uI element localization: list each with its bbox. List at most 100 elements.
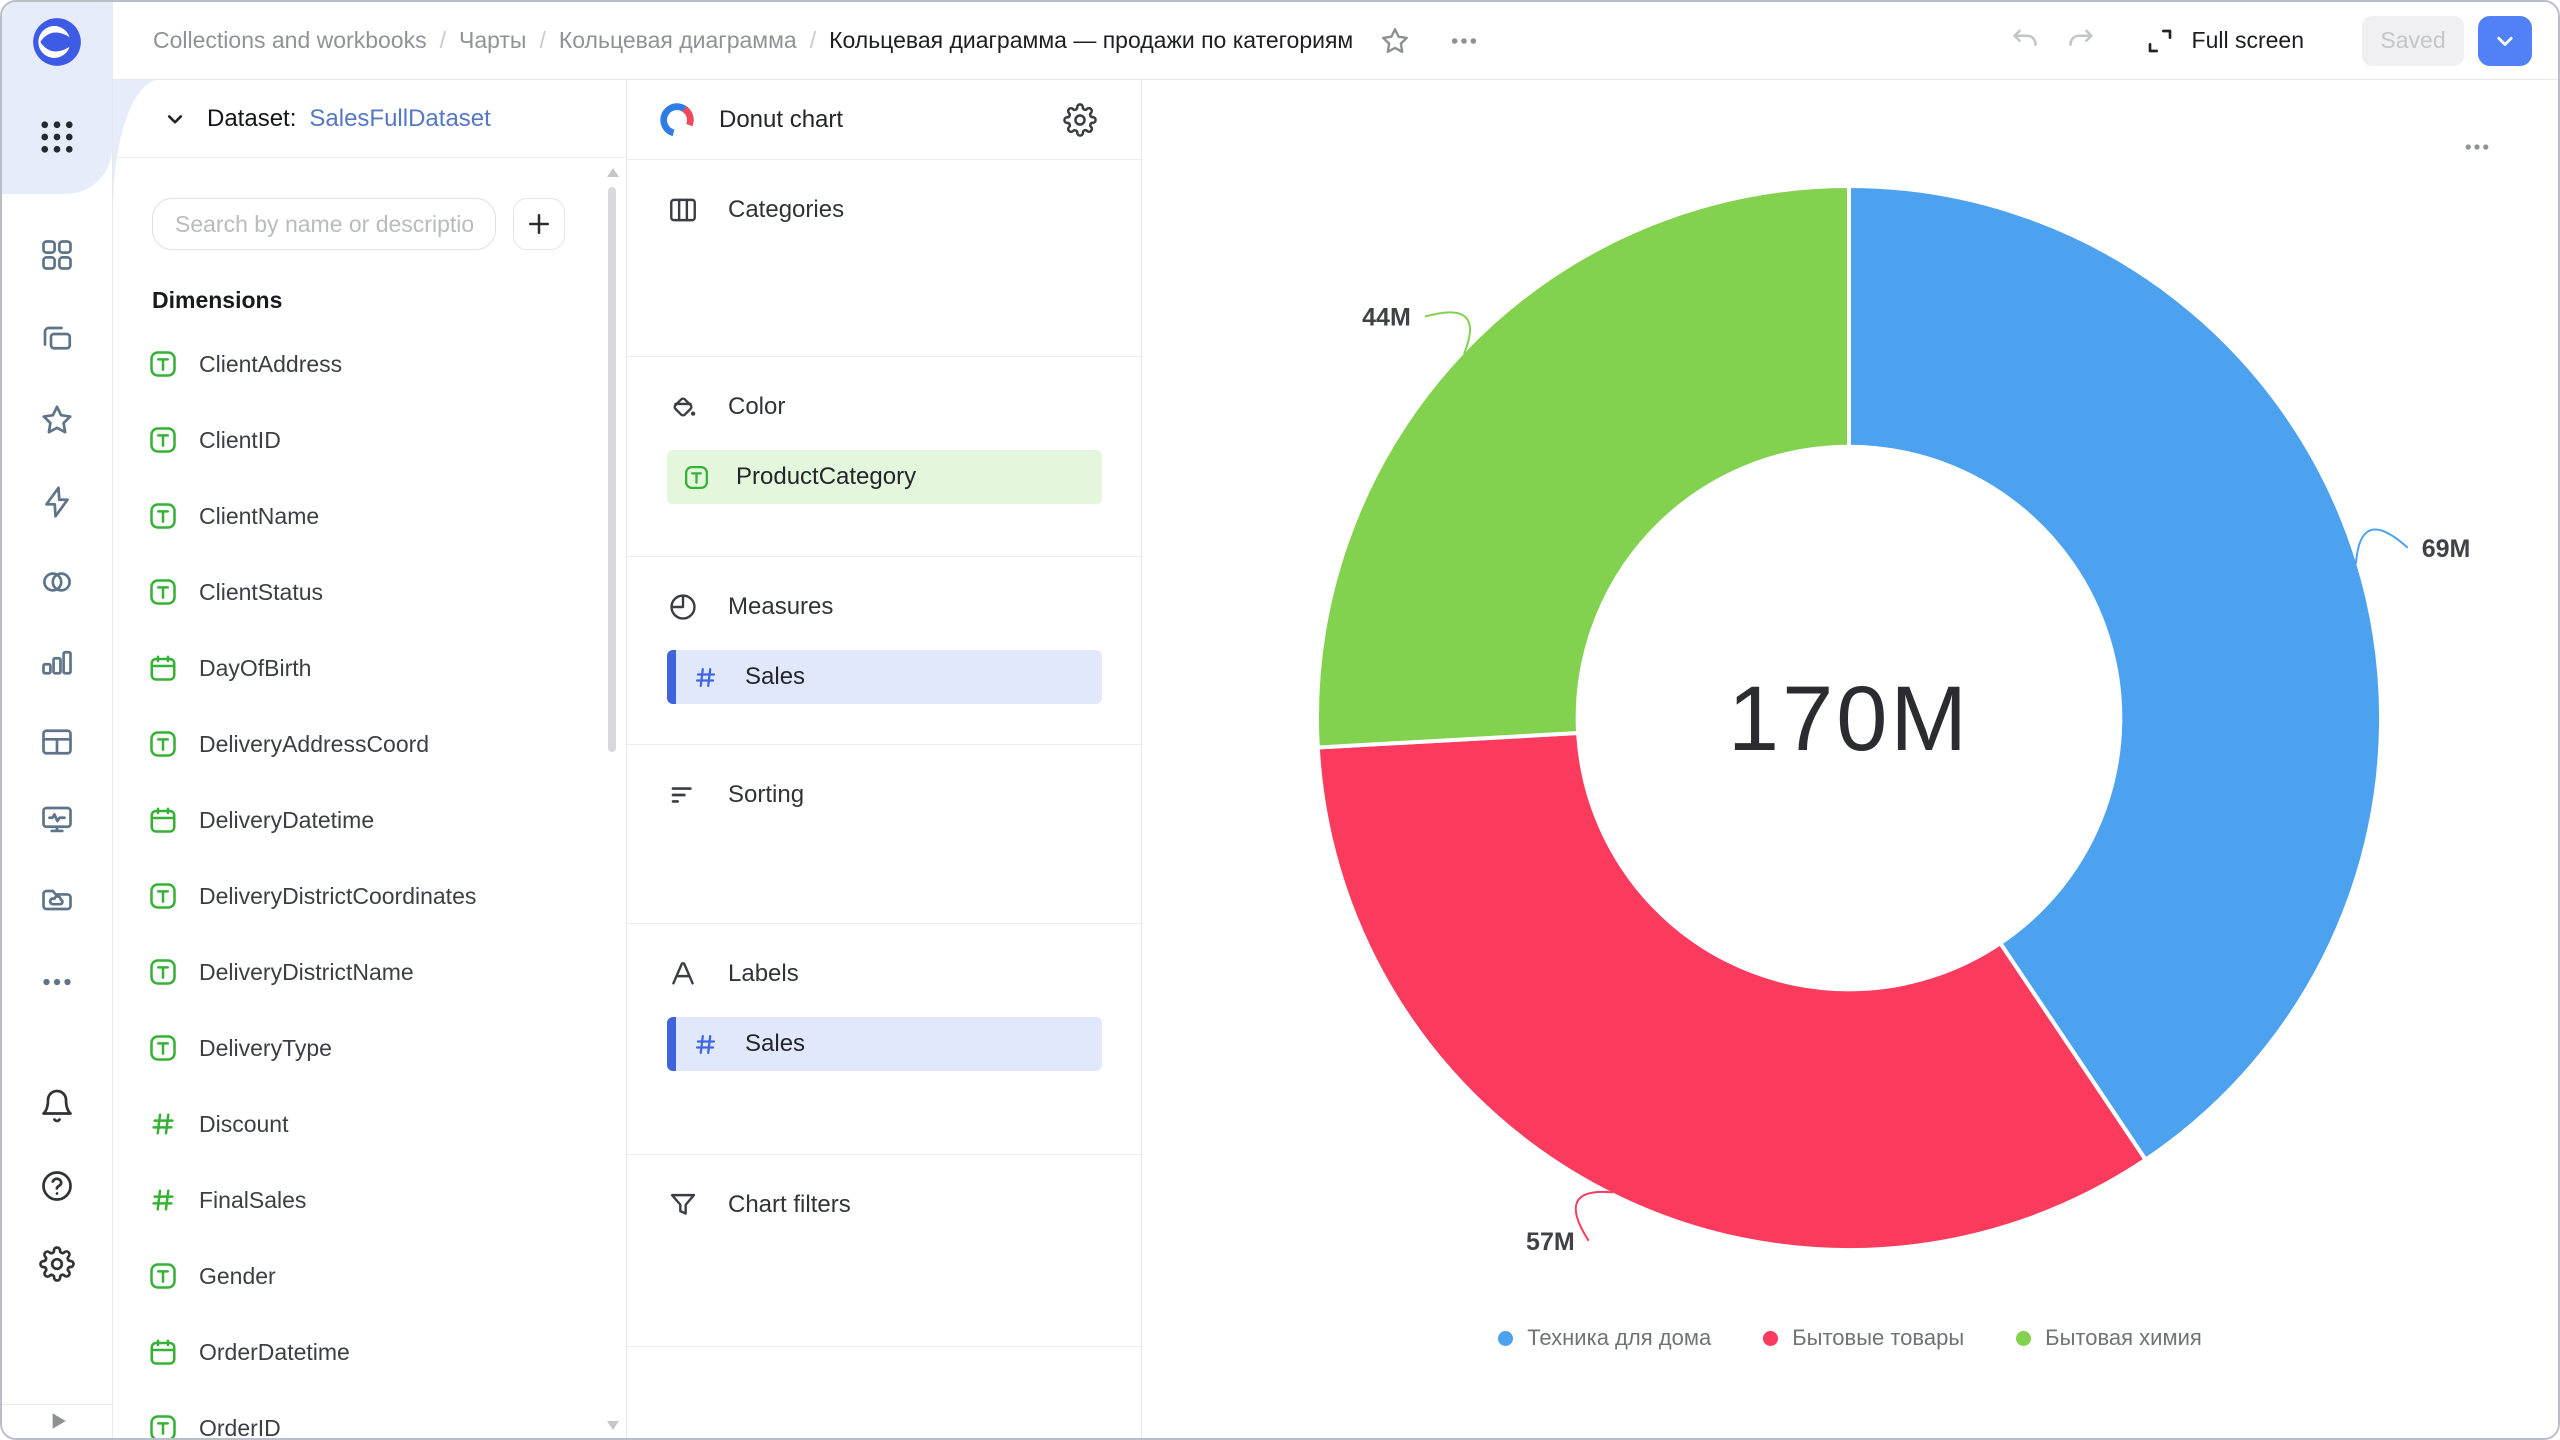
legend-item[interactable]: Бытовые товары bbox=[1763, 1325, 1964, 1351]
legend-dot-icon bbox=[1763, 1331, 1778, 1346]
sidebar-item-collections-icon[interactable] bbox=[39, 322, 75, 358]
section-label: Categories bbox=[728, 196, 844, 224]
breadcrumb-separator: / bbox=[440, 27, 446, 54]
dataset-label: Dataset: bbox=[207, 105, 296, 133]
field-chip[interactable]: ProductCategory bbox=[667, 450, 1102, 504]
config-section-color[interactable]: ColorProductCategory bbox=[627, 357, 1141, 557]
field-name: Gender bbox=[199, 1263, 276, 1290]
config-section-sorting[interactable]: Sorting bbox=[627, 745, 1141, 924]
fields-list: ClientAddress ClientIDClientNameClientSta… bbox=[113, 326, 606, 1438]
chart-panel: 69M57M44M170M Техника для домаБытовые то… bbox=[1142, 80, 2558, 1438]
sidebar-item-more-icon[interactable] bbox=[39, 964, 75, 1000]
field-item[interactable]: OrderID bbox=[113, 1390, 606, 1438]
chart-legend: Техника для дома Бытовые товары Бытовая хи… bbox=[1142, 1325, 2558, 1351]
field-name: DeliveryDatetime bbox=[199, 807, 374, 834]
saved-button[interactable]: Saved bbox=[2362, 16, 2464, 66]
breadcrumb-separator: / bbox=[539, 27, 545, 54]
save-dropdown-button[interactable] bbox=[2478, 16, 2532, 66]
number-field-icon bbox=[148, 1185, 178, 1215]
config-section-measures[interactable]: MeasuresSales bbox=[627, 557, 1141, 745]
field-item[interactable]: DeliveryDistrictName bbox=[113, 934, 606, 1010]
fullscreen-icon[interactable] bbox=[2144, 25, 2176, 57]
field-name: DayOfBirth bbox=[199, 655, 311, 682]
dataset-panel: Dataset: SalesFullDataset Dimensions Cli… bbox=[113, 80, 627, 1438]
sidebar-item-grid-icon[interactable] bbox=[39, 237, 75, 273]
scrollbar-thumb[interactable] bbox=[608, 187, 616, 752]
field-item[interactable]: ClientStatus bbox=[113, 554, 606, 630]
field-item[interactable]: OrderDatetime bbox=[113, 1314, 606, 1390]
number-field-icon bbox=[148, 1109, 178, 1139]
add-field-button[interactable] bbox=[513, 198, 565, 250]
donut-slice[interactable] bbox=[1317, 186, 1849, 748]
sidebar-item-lightning-icon[interactable] bbox=[39, 484, 75, 520]
favorite-star-icon[interactable] bbox=[1379, 25, 1411, 57]
label-connector bbox=[2356, 529, 2408, 563]
breadcrumb-link[interactable]: Чарты bbox=[459, 27, 526, 54]
field-chip[interactable]: Sales bbox=[667, 650, 1102, 704]
sidebar-item-datasets-icon[interactable] bbox=[39, 564, 75, 600]
sidebar-item-help-icon[interactable] bbox=[39, 1168, 75, 1204]
field-name: FinalSales bbox=[199, 1187, 306, 1214]
sidebar-item-bell-icon[interactable] bbox=[39, 1088, 75, 1124]
breadcrumb-separator: / bbox=[810, 27, 816, 54]
sidebar-item-star-icon[interactable] bbox=[39, 402, 75, 438]
field-item[interactable]: DeliveryType bbox=[113, 1010, 606, 1086]
donut-chart-type-icon[interactable] bbox=[657, 100, 697, 140]
measures-icon bbox=[667, 591, 699, 623]
datalens-logo-icon[interactable] bbox=[30, 15, 84, 69]
expand-sidebar-icon[interactable] bbox=[42, 1406, 72, 1436]
chevron-down-icon bbox=[2490, 26, 2520, 56]
field-item[interactable]: ClientName bbox=[113, 478, 606, 554]
more-menu-icon[interactable] bbox=[1445, 25, 1483, 57]
field-item[interactable]: DayOfBirth bbox=[113, 630, 606, 706]
text-field-icon bbox=[148, 425, 178, 455]
sidebar-item-settings-icon[interactable] bbox=[39, 1246, 75, 1282]
sidebar-item-table-icon[interactable] bbox=[39, 724, 75, 760]
legend-item[interactable]: Техника для дома bbox=[1498, 1325, 1711, 1351]
breadcrumb-link[interactable]: Кольцевая диаграмма bbox=[559, 27, 797, 54]
field-item[interactable]: DeliveryDatetime bbox=[113, 782, 606, 858]
topbar: Collections and workbooks / Чарты / Кольцева… bbox=[113, 2, 2558, 80]
dataset-collapse-icon[interactable] bbox=[161, 105, 189, 133]
config-section-labels[interactable]: Labels Sales bbox=[627, 924, 1141, 1155]
legend-label: Техника для дома bbox=[1527, 1325, 1711, 1351]
apps-grid-icon[interactable] bbox=[36, 116, 78, 158]
scroll-up-arrow[interactable] bbox=[607, 168, 619, 177]
color-icon bbox=[667, 391, 699, 423]
config-section-categories[interactable]: Categories bbox=[627, 160, 1141, 357]
redo-icon[interactable] bbox=[2064, 24, 2098, 58]
field-item[interactable]: FinalSales bbox=[113, 1162, 606, 1238]
field-name: ClientAddress bbox=[199, 351, 342, 378]
date-field-icon bbox=[148, 805, 178, 835]
scroll-down-arrow[interactable] bbox=[607, 1421, 619, 1430]
donut-slice[interactable] bbox=[1318, 733, 2146, 1250]
sidebar-item-bar-chart-icon[interactable] bbox=[39, 644, 75, 680]
fullscreen-label[interactable]: Full screen bbox=[2192, 27, 2304, 54]
sidebar-item-folder-icon[interactable] bbox=[39, 882, 75, 918]
section-header: Categories bbox=[627, 194, 1141, 226]
sidebar-item-monitor-icon[interactable] bbox=[39, 802, 75, 838]
config-section-chart-filters[interactable]: Chart filters bbox=[627, 1155, 1141, 1347]
undo-icon[interactable] bbox=[2008, 24, 2042, 58]
section-header: Chart filters bbox=[627, 1189, 1141, 1221]
field-name: DeliveryDistrictCoordinates bbox=[199, 883, 476, 910]
field-item[interactable]: DeliveryAddressCoord bbox=[113, 706, 606, 782]
field-item[interactable]: ClientAddress bbox=[113, 326, 606, 402]
search-input[interactable] bbox=[152, 198, 496, 250]
field-name: OrderDatetime bbox=[199, 1339, 350, 1366]
slice-value-label: 44M bbox=[1362, 304, 1411, 332]
section-header: Labels bbox=[627, 958, 1141, 990]
dataset-name-link[interactable]: SalesFullDataset bbox=[309, 105, 490, 133]
chart-type-label[interactable]: Donut chart bbox=[719, 106, 843, 134]
chart-settings-gear-icon[interactable] bbox=[1063, 103, 1097, 137]
field-item[interactable]: ClientID bbox=[113, 402, 606, 478]
field-chip[interactable]: Sales bbox=[667, 1017, 1102, 1071]
field-item[interactable]: Gender bbox=[113, 1238, 606, 1314]
field-item[interactable]: Discount bbox=[113, 1086, 606, 1162]
legend-item[interactable]: Бытовая химия bbox=[2016, 1325, 2202, 1351]
field-name: Discount bbox=[199, 1111, 288, 1138]
field-item[interactable]: DeliveryDistrictCoordinates bbox=[113, 858, 606, 934]
categories-icon bbox=[667, 194, 699, 226]
text-field-icon bbox=[148, 577, 178, 607]
breadcrumb-link[interactable]: Collections and workbooks bbox=[153, 27, 427, 54]
